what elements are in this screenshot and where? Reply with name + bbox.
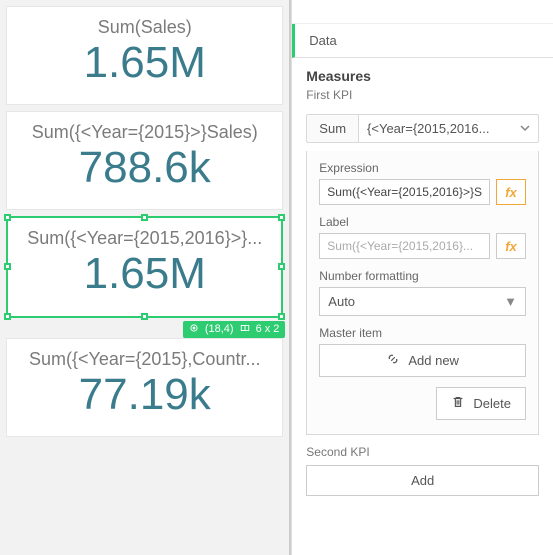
delete-label: Delete bbox=[473, 396, 511, 411]
measures-heading: Measures bbox=[306, 68, 539, 84]
kpi-value: 1.65M bbox=[13, 40, 276, 86]
kpi-card-4[interactable]: Sum({<Year={2015},Countr... 77.19k bbox=[6, 338, 283, 437]
resize-handle[interactable] bbox=[141, 313, 148, 320]
chevron-down-icon bbox=[512, 115, 538, 142]
delete-button[interactable]: Delete bbox=[436, 387, 526, 420]
label-label: Label bbox=[319, 215, 526, 229]
properties-panel: Data Measures First KPI Sum {<Year={2015… bbox=[291, 0, 553, 555]
panel-header-strip bbox=[292, 0, 553, 24]
add-new-master-item-button[interactable]: Add new bbox=[319, 344, 526, 377]
kpi-value: 1.65M bbox=[14, 251, 275, 297]
target-icon bbox=[189, 323, 199, 336]
resize-handle[interactable] bbox=[4, 313, 11, 320]
kpi-label: Sum(Sales) bbox=[13, 17, 276, 38]
kpi-value: 788.6k bbox=[13, 145, 276, 191]
dashboard-canvas: Sum(Sales) 1.65M Sum({<Year={2015}>}Sale… bbox=[0, 0, 289, 555]
number-formatting-label: Number formatting bbox=[319, 269, 526, 283]
selection-size: 6 x 2 bbox=[256, 323, 280, 335]
resize-handle[interactable] bbox=[278, 313, 285, 320]
tab-data[interactable]: Data bbox=[292, 24, 553, 58]
expression-editor-button[interactable]: fx bbox=[496, 179, 526, 205]
add-new-label: Add new bbox=[408, 353, 459, 368]
kpi-label: Sum({<Year={2015},Countr... bbox=[13, 349, 276, 370]
kpi-card-3-wrap: Sum({<Year={2015,2016}>}... 1.65M (18,4)… bbox=[6, 216, 283, 317]
add-label: Add bbox=[411, 473, 434, 488]
kpi-label: Sum({<Year={2015,2016}>}... bbox=[14, 228, 275, 249]
aggregation-type: Sum bbox=[307, 115, 359, 142]
caret-down-icon: ▼ bbox=[504, 294, 517, 309]
expression-input[interactable]: Sum({<Year={2015,2016}>}S bbox=[319, 179, 490, 205]
trash-icon bbox=[451, 395, 465, 412]
number-formatting-value: Auto bbox=[328, 294, 355, 309]
expression-label: Expression bbox=[319, 161, 526, 175]
master-item-label: Master item bbox=[319, 326, 526, 340]
add-second-kpi-button[interactable]: Add bbox=[306, 465, 539, 496]
measure-details: Expression Sum({<Year={2015,2016}>}S fx … bbox=[306, 151, 539, 435]
selection-position: (18,4) bbox=[205, 323, 234, 335]
label-input[interactable]: Sum({<Year={2015,2016}... bbox=[319, 233, 490, 259]
kpi-card-3-selected[interactable]: Sum({<Year={2015,2016}>}... 1.65M bbox=[6, 216, 283, 317]
kpi-card-2[interactable]: Sum({<Year={2015}>}Sales) 788.6k bbox=[6, 111, 283, 210]
measure-expression-short: {<Year={2015,2016... bbox=[359, 115, 512, 142]
measure-dropdown[interactable]: Sum {<Year={2015,2016... bbox=[306, 114, 539, 143]
kpi-card-1[interactable]: Sum(Sales) 1.65M bbox=[6, 6, 283, 105]
grid-icon bbox=[240, 323, 250, 336]
second-kpi-label: Second KPI bbox=[306, 445, 539, 459]
first-kpi-label: First KPI bbox=[306, 88, 539, 102]
kpi-value: 77.19k bbox=[13, 372, 276, 418]
selection-info-badge: (18,4) 6 x 2 bbox=[183, 321, 286, 338]
resize-handle[interactable] bbox=[278, 263, 285, 270]
resize-handle[interactable] bbox=[278, 214, 285, 221]
label-editor-button[interactable]: fx bbox=[496, 233, 526, 259]
kpi-label: Sum({<Year={2015}>}Sales) bbox=[13, 122, 276, 143]
resize-handle[interactable] bbox=[4, 214, 11, 221]
number-formatting-select[interactable]: Auto ▼ bbox=[319, 287, 526, 316]
resize-handle[interactable] bbox=[4, 263, 11, 270]
link-icon bbox=[386, 352, 400, 369]
resize-handle[interactable] bbox=[141, 214, 148, 221]
